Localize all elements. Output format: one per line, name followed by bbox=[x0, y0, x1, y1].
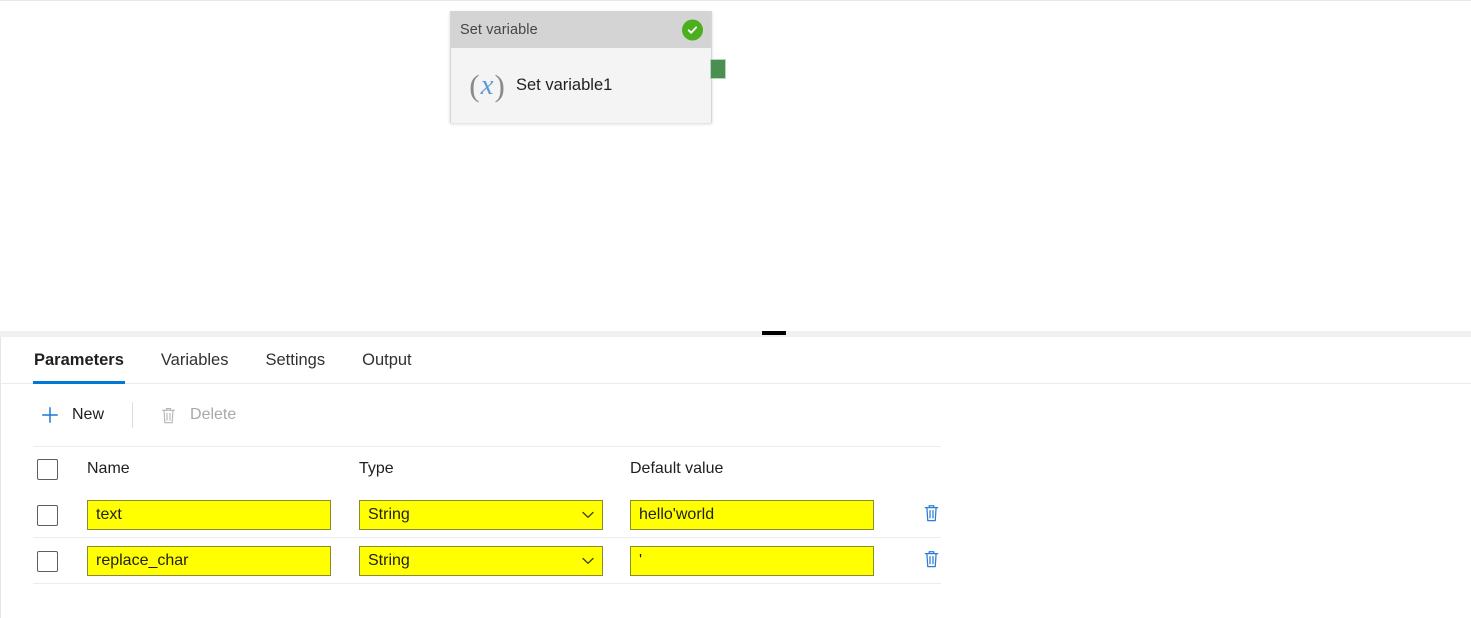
parameter-type-value: String bbox=[368, 506, 410, 523]
parameter-name-value: text bbox=[96, 506, 122, 523]
drag-handle-icon[interactable] bbox=[762, 331, 786, 335]
row-default-value-cell: hello'world bbox=[630, 500, 901, 530]
activity-card-set-variable[interactable]: Set variable (x) Set variable1 bbox=[450, 11, 712, 123]
row-type-cell: String bbox=[359, 546, 630, 576]
row-actions-cell bbox=[901, 548, 961, 574]
row-checkbox[interactable] bbox=[37, 550, 58, 572]
delete-row-button[interactable] bbox=[918, 502, 944, 528]
row-actions-cell bbox=[901, 502, 961, 528]
row-type-cell: String bbox=[359, 500, 630, 530]
variable-icon-x: x bbox=[480, 69, 494, 101]
delete-row-button[interactable] bbox=[918, 548, 944, 574]
variable-x-icon: (x) bbox=[464, 70, 510, 101]
parameter-name-input[interactable]: text bbox=[87, 500, 331, 530]
properties-panel: Parameters Variables Settings Output New bbox=[0, 337, 1471, 618]
row-default-value-cell: ' bbox=[630, 546, 901, 576]
select-all-cell bbox=[37, 458, 87, 480]
row-name-cell: replace_char bbox=[87, 546, 359, 576]
new-parameter-label: New bbox=[72, 406, 105, 423]
activity-output-connector[interactable] bbox=[710, 59, 726, 79]
panel-tabs: Parameters Variables Settings Output bbox=[1, 337, 1471, 384]
chevron-down-icon bbox=[582, 509, 594, 521]
app-root: Set variable (x) Set variable1 Parameter… bbox=[0, 0, 1471, 618]
row-name-cell: text bbox=[87, 500, 359, 530]
activity-type-label: Set variable bbox=[460, 22, 538, 38]
parameter-default-value: hello'world bbox=[639, 506, 715, 523]
check-circle-icon bbox=[682, 19, 703, 41]
plus-icon bbox=[37, 405, 63, 425]
chevron-down-icon bbox=[582, 555, 594, 567]
tab-output-label: Output bbox=[362, 351, 412, 369]
row-select-cell bbox=[37, 550, 87, 572]
variable-icon-open-paren: ( bbox=[469, 68, 480, 103]
tab-variables[interactable]: Variables bbox=[160, 337, 230, 384]
parameters-table: Name Type Default value text String hell… bbox=[1, 446, 941, 584]
column-header-name: Name bbox=[87, 460, 130, 477]
tab-settings[interactable]: Settings bbox=[264, 337, 326, 384]
tab-settings-label: Settings bbox=[265, 351, 326, 369]
parameter-default-value: ' bbox=[639, 552, 643, 569]
delete-parameter-label: Delete bbox=[190, 406, 237, 423]
table-row: text String hello'world bbox=[1, 492, 941, 538]
row-checkbox[interactable] bbox=[37, 504, 58, 526]
activity-name-label: Set variable1 bbox=[516, 76, 613, 94]
tab-output[interactable]: Output bbox=[361, 337, 413, 384]
toolbar-divider bbox=[132, 402, 134, 428]
tab-variables-label: Variables bbox=[160, 351, 229, 369]
parameter-type-value: String bbox=[368, 552, 410, 569]
parameter-name-value: replace_char bbox=[96, 552, 189, 569]
row-select-cell bbox=[37, 504, 87, 526]
new-parameter-button[interactable]: New bbox=[37, 398, 104, 432]
trash-icon bbox=[923, 549, 940, 574]
pipeline-canvas[interactable]: Set variable (x) Set variable1 bbox=[0, 0, 1471, 332]
activity-card-body: (x) Set variable1 bbox=[451, 48, 711, 123]
parameter-type-dropdown[interactable]: String bbox=[359, 546, 603, 576]
parameter-type-dropdown[interactable]: String bbox=[359, 500, 603, 530]
select-all-checkbox[interactable] bbox=[37, 458, 58, 480]
parameters-table-header: Name Type Default value bbox=[1, 446, 941, 492]
table-row: replace_char String ' bbox=[1, 538, 941, 584]
tab-parameters[interactable]: Parameters bbox=[33, 337, 125, 384]
parameter-default-value-input[interactable]: ' bbox=[630, 546, 874, 576]
trash-icon bbox=[155, 406, 181, 425]
activity-card-header: Set variable bbox=[451, 12, 711, 48]
delete-parameter-button[interactable]: Delete bbox=[155, 398, 236, 432]
variable-icon-close-paren: ) bbox=[494, 68, 505, 103]
parameters-toolbar: New Delete bbox=[1, 384, 1471, 446]
tab-parameters-label: Parameters bbox=[34, 351, 124, 369]
column-header-default-value: Default value bbox=[630, 460, 724, 477]
column-header-type: Type bbox=[359, 460, 394, 477]
parameter-name-input[interactable]: replace_char bbox=[87, 546, 331, 576]
parameter-default-value-input[interactable]: hello'world bbox=[630, 500, 874, 530]
trash-icon bbox=[923, 503, 940, 528]
